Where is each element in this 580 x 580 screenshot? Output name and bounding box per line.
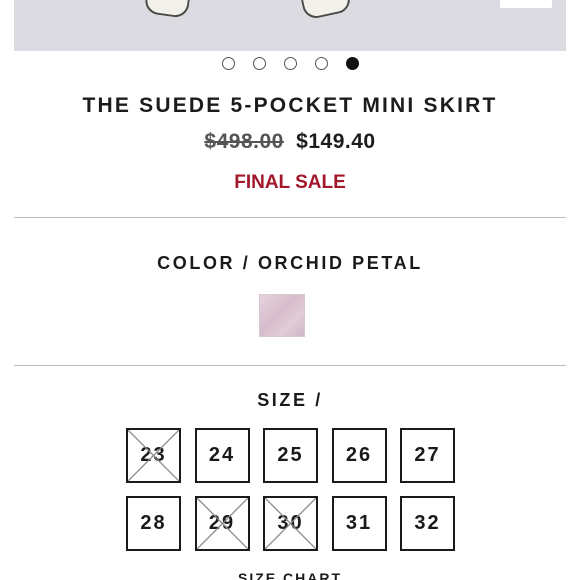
size-option-label: 25 [277, 444, 304, 466]
size-option-30-unavailable[interactable]: 30 [263, 496, 318, 551]
final-sale-badge: FINAL SALE [234, 172, 346, 193]
size-label: SIZE / [257, 390, 323, 410]
carousel-dot-4[interactable] [314, 57, 328, 70]
product-image[interactable] [14, 0, 566, 51]
size-option-29-unavailable[interactable]: 29 [194, 496, 250, 551]
size-option-label: 28 [140, 512, 167, 534]
size-chart-link[interactable]: SIZE CHART [0, 570, 580, 580]
carousel-dot-3[interactable] [283, 57, 297, 70]
size-option-25[interactable]: 25 [263, 428, 318, 483]
size-option-label: 30 [277, 512, 304, 534]
size-option-32[interactable]: 32 [400, 496, 455, 551]
carousel-dots [0, 57, 580, 70]
size-option-label: 23 [140, 444, 167, 466]
size-option-label: 32 [414, 512, 441, 534]
carousel-dot-2[interactable] [252, 57, 266, 70]
size-option-26[interactable]: 26 [331, 428, 387, 483]
size-option-label: 31 [345, 512, 373, 534]
size-option-label: 27 [414, 444, 441, 466]
size-option-27[interactable]: 27 [400, 428, 455, 483]
color-swatch-orchid-petal[interactable] [259, 294, 305, 337]
price-row: $498.00 $149.40 [0, 130, 580, 154]
divider [14, 217, 566, 218]
size-option-label: 29 [208, 512, 236, 534]
image-overlay-button[interactable] [500, 0, 552, 8]
size-option-31[interactable]: 31 [331, 496, 387, 551]
size-option-label: 26 [345, 444, 373, 466]
shoe-right-image-detail [297, 0, 353, 21]
sale-price: $149.40 [296, 130, 376, 153]
product-title: THE SUEDE 5-POCKET MINI SKIRT [82, 94, 498, 117]
shoe-left-image-detail [143, 0, 193, 19]
divider [14, 365, 566, 366]
product-page: THE SUEDE 5-POCKET MINI SKIRT $498.00 $1… [0, 0, 580, 580]
size-option-23-unavailable[interactable]: 23 [126, 428, 181, 483]
original-price: $498.00 [204, 130, 284, 153]
carousel-dot-1[interactable] [221, 57, 235, 70]
carousel-dot-5[interactable] [345, 57, 359, 70]
size-option-24[interactable]: 24 [194, 428, 250, 483]
size-option-label: 24 [208, 444, 236, 466]
size-option-28[interactable]: 28 [126, 496, 181, 551]
size-options: 23 24 25 26 27 28 29 30 31 32 [126, 428, 455, 551]
color-label: COLOR / ORCHID PETAL [157, 253, 423, 273]
